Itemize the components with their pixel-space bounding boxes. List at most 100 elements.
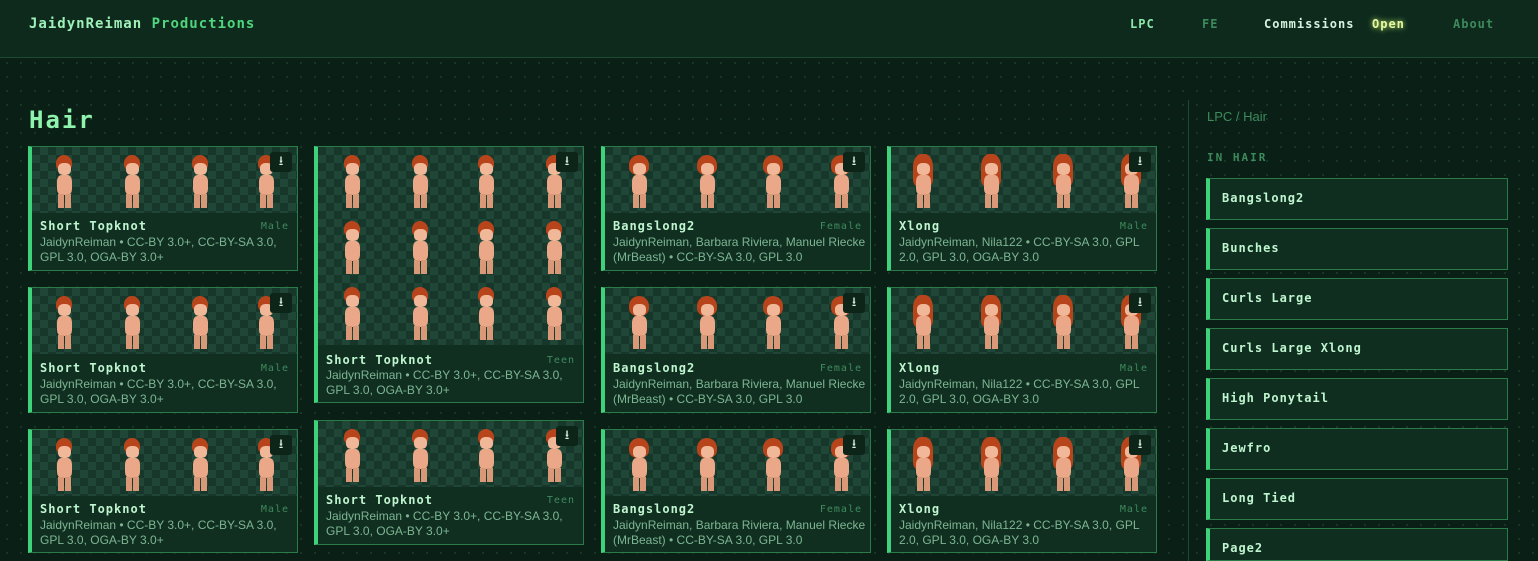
sprite-figure [336, 425, 368, 487]
asset-gender: Male [1119, 221, 1148, 232]
sidebar-divider [1188, 100, 1189, 561]
commissions-open-badge: Open [1372, 17, 1405, 31]
asset-card[interactable]: ⭳ Bangslong2 Female JaidynReiman, Barbar… [601, 287, 871, 413]
sprite-figure [691, 434, 723, 496]
sidebar-item-high-ponytail[interactable]: High Ponytail [1206, 378, 1508, 420]
download-icon[interactable]: ⭳ [843, 152, 865, 172]
asset-name: Bangslong2 [613, 361, 696, 375]
sprite-figure [336, 283, 368, 345]
download-icon[interactable]: ⭳ [270, 293, 292, 313]
sidebar-item-curls-large[interactable]: Curls Large [1206, 278, 1508, 320]
asset-card[interactable]: ⭳ Short Topknot Male JaidynReiman • CC-B… [28, 287, 298, 413]
sprite-preview [32, 288, 297, 354]
sprite-figure [470, 283, 502, 345]
asset-name: Bangslong2 [613, 502, 696, 516]
sprite-figure [1047, 434, 1079, 496]
sprite-figure [184, 151, 216, 213]
asset-gender: Male [260, 221, 289, 232]
download-icon[interactable]: ⭳ [270, 152, 292, 172]
nav-lpc-link[interactable]: LPC [1130, 17, 1155, 31]
download-icon[interactable]: ⭳ [270, 435, 292, 455]
sprite-figure [116, 434, 148, 496]
sprite-figure [623, 292, 655, 354]
asset-card[interactable]: ⭳ Bangslong2 Female JaidynReiman, Barbar… [601, 429, 871, 553]
asset-card[interactable]: ⭳ Xlong Male JaidynReiman, Nila122 • CC-… [887, 287, 1157, 413]
download-icon[interactable]: ⭳ [556, 426, 578, 446]
download-icon[interactable]: ⭳ [556, 152, 578, 172]
asset-card[interactable]: ⭳ Xlong Male JaidynReiman, Nila122 • CC-… [887, 429, 1157, 553]
sprite-figure [184, 434, 216, 496]
asset-card[interactable]: ⭳ Short Topknot Teen JaidynReiman • CC-B… [314, 420, 584, 545]
sprite-preview [891, 147, 1156, 213]
sprite-figure [404, 151, 436, 213]
asset-name: Xlong [899, 219, 941, 233]
sidebar-item-long-tied[interactable]: Long Tied [1206, 478, 1508, 520]
download-icon[interactable]: ⭳ [1129, 435, 1151, 455]
asset-credit: JaidynReiman • CC-BY 3.0+, CC-BY-SA 3.0,… [40, 518, 277, 547]
asset-name: Xlong [899, 361, 941, 375]
brand-suffix: Productions [151, 16, 256, 32]
asset-card[interactable]: ⭳ Bangslong2 Female JaidynReiman, Barbar… [601, 146, 871, 271]
asset-card[interactable]: ⭳ Short Topknot Male JaidynReiman • CC-B… [28, 429, 298, 553]
download-icon[interactable]: ⭳ [843, 435, 865, 455]
asset-name: Short Topknot [40, 219, 147, 233]
sprite-figure [907, 292, 939, 354]
sprite-figure [623, 434, 655, 496]
sprite-figure [336, 217, 368, 279]
asset-credit: JaidynReiman • CC-BY 3.0+, CC-BY-SA 3.0,… [40, 235, 277, 264]
sprite-preview [605, 147, 870, 213]
nav-commissions-link[interactable]: Commissions [1264, 17, 1354, 31]
sprite-figure [975, 151, 1007, 213]
asset-gender: Male [260, 504, 289, 515]
download-icon[interactable]: ⭳ [1129, 152, 1151, 172]
asset-name: Short Topknot [40, 361, 147, 375]
asset-credit: JaidynReiman, Barbara Riviera, Manuel Ri… [613, 518, 866, 547]
brand-logo[interactable]: JaidynReiman Productions [29, 16, 255, 32]
asset-name: Xlong [899, 502, 941, 516]
sprite-figure [757, 434, 789, 496]
sprite-figure [757, 151, 789, 213]
sprite-figure [470, 217, 502, 279]
sprite-figure [975, 434, 1007, 496]
asset-gender: Teen [546, 495, 575, 506]
page-title: Hair [29, 106, 95, 134]
asset-card[interactable]: ⭳ Xlong Male JaidynReiman, Nila122 • CC-… [887, 146, 1157, 271]
sprite-preview [605, 288, 870, 354]
sprite-preview [891, 288, 1156, 354]
sprite-figure [470, 151, 502, 213]
sprite-figure [975, 292, 1007, 354]
sidebar-heading: IN HAIR [1207, 151, 1268, 164]
asset-card[interactable]: ⭳ Short Topknot Teen JaidynReiman • CC-B… [314, 146, 584, 403]
sidebar-item-page2[interactable]: Page2 [1206, 528, 1508, 561]
sprite-figure [1047, 151, 1079, 213]
asset-gender: Female [819, 504, 862, 515]
nav-about-link[interactable]: About [1453, 17, 1494, 31]
sidebar-item-curls-large-xlong[interactable]: Curls Large Xlong [1206, 328, 1508, 370]
nav-fe-link[interactable]: FE [1202, 17, 1218, 31]
asset-card[interactable]: ⭳ Short Topknot Male JaidynReiman • CC-B… [28, 146, 298, 271]
sprite-figure [538, 217, 570, 279]
sprite-figure [336, 151, 368, 213]
download-icon[interactable]: ⭳ [843, 293, 865, 313]
sprite-figure [623, 151, 655, 213]
sidebar-item-jewfro[interactable]: Jewfro [1206, 428, 1508, 470]
asset-credit: JaidynReiman, Nila122 • CC-BY-SA 3.0, GP… [899, 235, 1140, 264]
sprite-figure [404, 283, 436, 345]
sprite-figure [538, 283, 570, 345]
sprite-figure [48, 292, 80, 354]
asset-name: Short Topknot [326, 353, 433, 367]
asset-credit: JaidynReiman • CC-BY 3.0+, CC-BY-SA 3.0,… [40, 377, 277, 406]
asset-gender: Male [260, 363, 289, 374]
sprite-figure [907, 434, 939, 496]
sprite-figure [116, 151, 148, 213]
brand-name: JaidynReiman [29, 16, 143, 32]
sidebar-item-bunches[interactable]: Bunches [1206, 228, 1508, 270]
sprite-figure [404, 217, 436, 279]
download-icon[interactable]: ⭳ [1129, 293, 1151, 313]
top-nav-bar: JaidynReiman Productions LPC FE Commissi… [0, 0, 1538, 58]
asset-credit: JaidynReiman • CC-BY 3.0+, CC-BY-SA 3.0,… [326, 509, 563, 538]
sprite-figure [1047, 292, 1079, 354]
breadcrumb[interactable]: LPC / Hair [1207, 109, 1267, 124]
asset-name: Short Topknot [40, 502, 147, 516]
sidebar-item-bangslong2[interactable]: Bangslong2 [1206, 178, 1508, 220]
